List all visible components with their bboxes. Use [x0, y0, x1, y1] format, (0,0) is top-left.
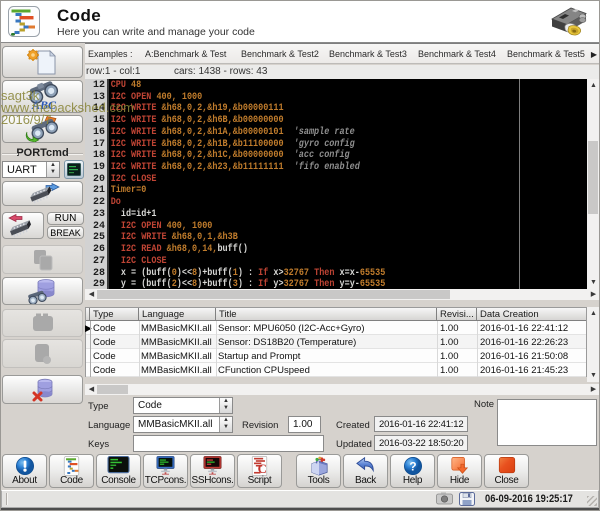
svg-text:?: ? — [409, 460, 416, 474]
svg-text:C: C — [258, 462, 267, 476]
